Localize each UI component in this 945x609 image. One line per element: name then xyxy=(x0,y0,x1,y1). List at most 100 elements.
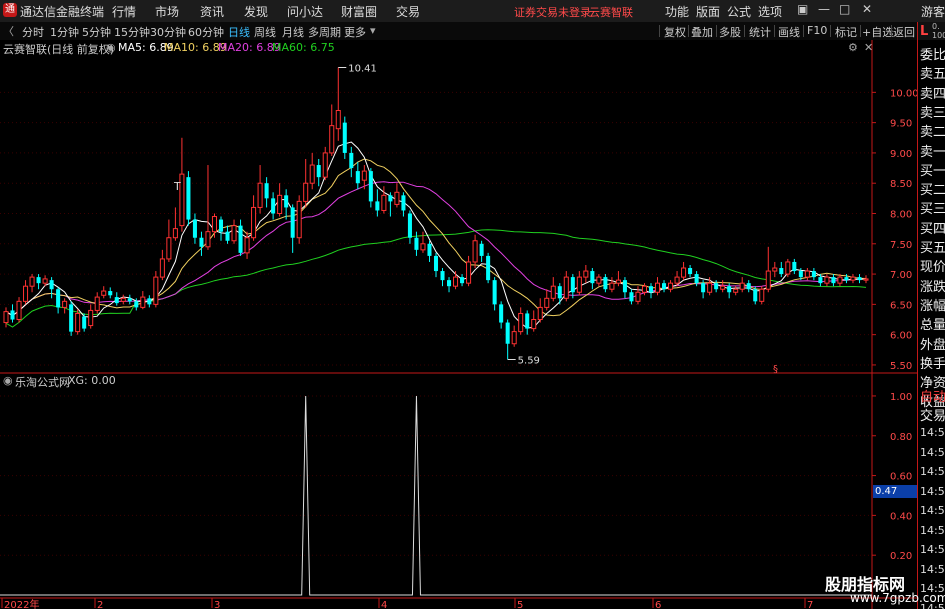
sub-eye-icon[interactable]: ◉ xyxy=(3,374,13,387)
candle-body-down xyxy=(447,280,452,287)
divider xyxy=(716,25,717,37)
btn-tongji[interactable]: 统计 xyxy=(749,24,771,40)
indicator-number: 0.1000 xyxy=(932,22,945,40)
candle-body-up xyxy=(537,306,543,321)
more-chevron-down-icon[interactable]: ▾ xyxy=(370,24,376,37)
candle-body-up xyxy=(29,276,35,287)
tab-gengduo[interactable]: 更多 xyxy=(344,24,366,40)
btn-biaoji[interactable]: 标记 xyxy=(835,24,857,40)
guest-label[interactable]: 游客 xyxy=(921,3,945,20)
price-tick-label: 5.50 xyxy=(890,361,912,372)
menu-caifuquan[interactable]: 财富圈 xyxy=(341,3,377,20)
candle-body-down xyxy=(388,195,393,202)
chart-settings-icon[interactable]: ⚙ xyxy=(848,41,858,54)
kline-chart[interactable]: 10.41 5.59 § T 10.00 9.50 9.00 8.50 8.00 7.50 7.0… xyxy=(0,40,917,609)
price-tick-label: 8.00 xyxy=(890,210,912,221)
candle-body-up xyxy=(563,276,569,299)
candle-body-up xyxy=(472,240,478,263)
candle-body-down xyxy=(570,277,575,293)
tab-left-arrow-icon[interactable]: 〈 xyxy=(3,23,14,39)
candle-body-up xyxy=(101,290,107,296)
legend-eye-icon[interactable]: ◉ xyxy=(106,41,116,54)
candle-body-up xyxy=(837,276,843,284)
candle-body-up xyxy=(511,331,517,345)
candle-body-up xyxy=(361,170,367,181)
chart-close-icon[interactable]: ✕ xyxy=(864,41,873,54)
menu-gongneng[interactable]: 功能 xyxy=(665,3,689,20)
sub-tick-label: 0.80 xyxy=(890,432,912,443)
candle-body-down xyxy=(479,243,484,256)
candle-body-down xyxy=(648,286,654,293)
login-status[interactable]: 证券交易未登录 xyxy=(514,4,591,20)
sub-formula-label: 乐淘公式网 xyxy=(15,376,70,389)
quote-item-label: 委比 xyxy=(920,48,945,63)
quote-item-label: 总量 xyxy=(920,318,945,334)
candle-body-down xyxy=(746,283,751,290)
btn-f10[interactable]: F10 xyxy=(807,24,827,37)
close-icon[interactable]: ✕ xyxy=(862,2,872,16)
candle-body-up xyxy=(153,276,159,305)
menu-shichang[interactable]: 市场 xyxy=(155,3,179,20)
tab-60min[interactable]: 60分钟 xyxy=(188,24,224,40)
candle-body-down xyxy=(355,171,360,184)
btn-add-zixuan[interactable]: +自选 xyxy=(862,24,893,40)
btn-diejia[interactable]: 叠加 xyxy=(691,24,713,40)
menu-bar: 通 通达信金融终端 行情 市场 资讯 发现 问小达 财富圈 交易 证券交易未登录… xyxy=(0,0,945,23)
trade-time: 14:56 xyxy=(920,523,945,537)
menu-gongshi[interactable]: 公式 xyxy=(727,3,751,20)
menu-jiaoyi[interactable]: 交易 xyxy=(396,3,420,20)
tab-duozhouqi[interactable]: 多周期 xyxy=(308,24,341,40)
candle-body-up xyxy=(583,270,589,278)
quote-item-label: 卖三 xyxy=(920,105,945,121)
candle-body-down xyxy=(342,122,347,153)
candle-body-up xyxy=(75,312,81,333)
candle-body-up xyxy=(394,191,400,205)
divider xyxy=(860,25,861,37)
btn-fanhui[interactable]: 返回 xyxy=(893,24,915,40)
candle-body-up xyxy=(23,285,29,302)
candle-body-down xyxy=(69,304,74,332)
tab-15min[interactable]: 15分钟 xyxy=(114,24,150,40)
candle-body-down xyxy=(798,271,803,278)
current-stock-name: 云赛智联 xyxy=(589,6,633,19)
candle-body-down xyxy=(629,292,634,302)
btn-fuquan[interactable]: 复权 xyxy=(664,24,686,40)
menu-zixun[interactable]: 资讯 xyxy=(200,3,224,20)
btn-huaxian[interactable]: 画线 xyxy=(778,24,800,40)
menu-xuanxiang[interactable]: 选项 xyxy=(758,3,782,20)
candle-body-up xyxy=(211,216,218,233)
candle-body-up xyxy=(420,243,426,251)
candle-body-down xyxy=(271,198,276,214)
btn-duogu[interactable]: 多股 xyxy=(719,24,741,40)
trade-item-label[interactable]: 自动 xyxy=(920,386,945,405)
trade-time: 14:56 xyxy=(920,426,945,439)
candle-body-up xyxy=(381,194,387,211)
tab-5min[interactable]: 5分钟 xyxy=(82,24,111,40)
candle-body-down xyxy=(238,225,243,253)
tab-zhouxian[interactable]: 周线 xyxy=(254,24,276,40)
candle-body-down xyxy=(407,213,412,238)
tab-fenshi[interactable]: 分时 xyxy=(22,24,44,40)
menu-hangqing[interactable]: 行情 xyxy=(112,3,136,20)
candle-body-up xyxy=(166,237,172,260)
tab-1min[interactable]: 1分钟 xyxy=(50,24,79,40)
tab-rixian[interactable]: 日线 xyxy=(228,24,250,40)
trade-time: 14:56 xyxy=(920,445,945,459)
menu-wenxiaoda[interactable]: 问小达 xyxy=(287,3,323,20)
minimize-icon[interactable]: — xyxy=(818,2,830,16)
trade-time: 14:56 xyxy=(920,504,945,517)
candle-body-up xyxy=(765,270,771,290)
tab-yuexian[interactable]: 月线 xyxy=(282,24,304,40)
candle-body-down xyxy=(316,165,321,178)
quote-item-label: 外盘 xyxy=(920,337,945,353)
menu-banmian[interactable]: 版面 xyxy=(696,3,720,20)
menu-faxian[interactable]: 发现 xyxy=(244,3,268,20)
trade-item-label[interactable]: 交易 xyxy=(920,405,945,424)
maximize-icon[interactable]: □ xyxy=(839,2,850,16)
help-icon[interactable]: ▣ xyxy=(797,2,808,16)
candle-body-up xyxy=(172,228,178,239)
stock-label: 云赛智联(日线 前复权) xyxy=(3,43,115,56)
tab-30min[interactable]: 30分钟 xyxy=(150,24,186,40)
candle-body-down xyxy=(662,283,667,290)
sub-tick-label: 0.60 xyxy=(890,472,912,483)
